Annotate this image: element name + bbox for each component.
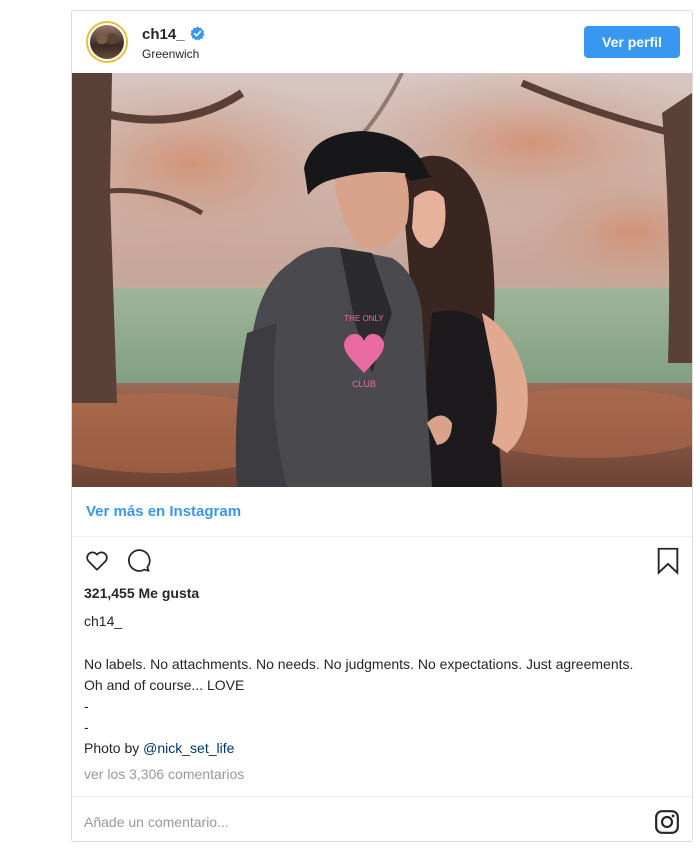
username[interactable]: ch14_: [142, 26, 185, 43]
instagram-logo-icon[interactable]: [654, 809, 680, 835]
shirt-text-top: THE ONLY: [344, 314, 384, 323]
caption-username[interactable]: ch14_: [84, 613, 122, 629]
like-count[interactable]: 321,455 Me gusta: [84, 585, 199, 601]
instagram-embed-card: ch14_ Greenwich Ver perfil THE ONLY CLUB…: [71, 10, 693, 842]
caption-text: No labels. No attachments. No needs. No …: [84, 654, 644, 759]
avatar[interactable]: [86, 21, 128, 63]
see-more-on-instagram-link[interactable]: Ver más en Instagram: [86, 503, 241, 520]
divider: [72, 796, 692, 797]
post-image: THE ONLY CLUB: [72, 73, 692, 487]
heart-icon[interactable]: [84, 547, 110, 573]
view-profile-button[interactable]: Ver perfil: [584, 26, 680, 58]
photo-credit: Photo by @nick_set_life: [84, 738, 644, 759]
verified-badge-icon: [190, 26, 205, 41]
comment-bubble-icon[interactable]: [124, 547, 152, 573]
bookmark-icon[interactable]: [656, 547, 680, 575]
view-comments-link[interactable]: ver los 3,306 comentarios: [84, 766, 244, 782]
add-comment-input[interactable]: Añade un comentario...: [84, 814, 604, 830]
shirt-text-bottom: CLUB: [352, 379, 376, 389]
post-header: ch14_ Greenwich Ver perfil: [72, 11, 692, 73]
location-label[interactable]: Greenwich: [142, 47, 199, 61]
photo-credit-prefix: Photo by: [84, 740, 144, 756]
caption-dash: -: [84, 719, 89, 735]
post-photo[interactable]: THE ONLY CLUB: [72, 73, 692, 487]
mention-link[interactable]: @nick_set_life: [143, 740, 234, 756]
divider: [72, 536, 692, 537]
caption-dash: -: [84, 698, 89, 714]
caption-body: No labels. No attachments. No needs. No …: [84, 656, 634, 693]
